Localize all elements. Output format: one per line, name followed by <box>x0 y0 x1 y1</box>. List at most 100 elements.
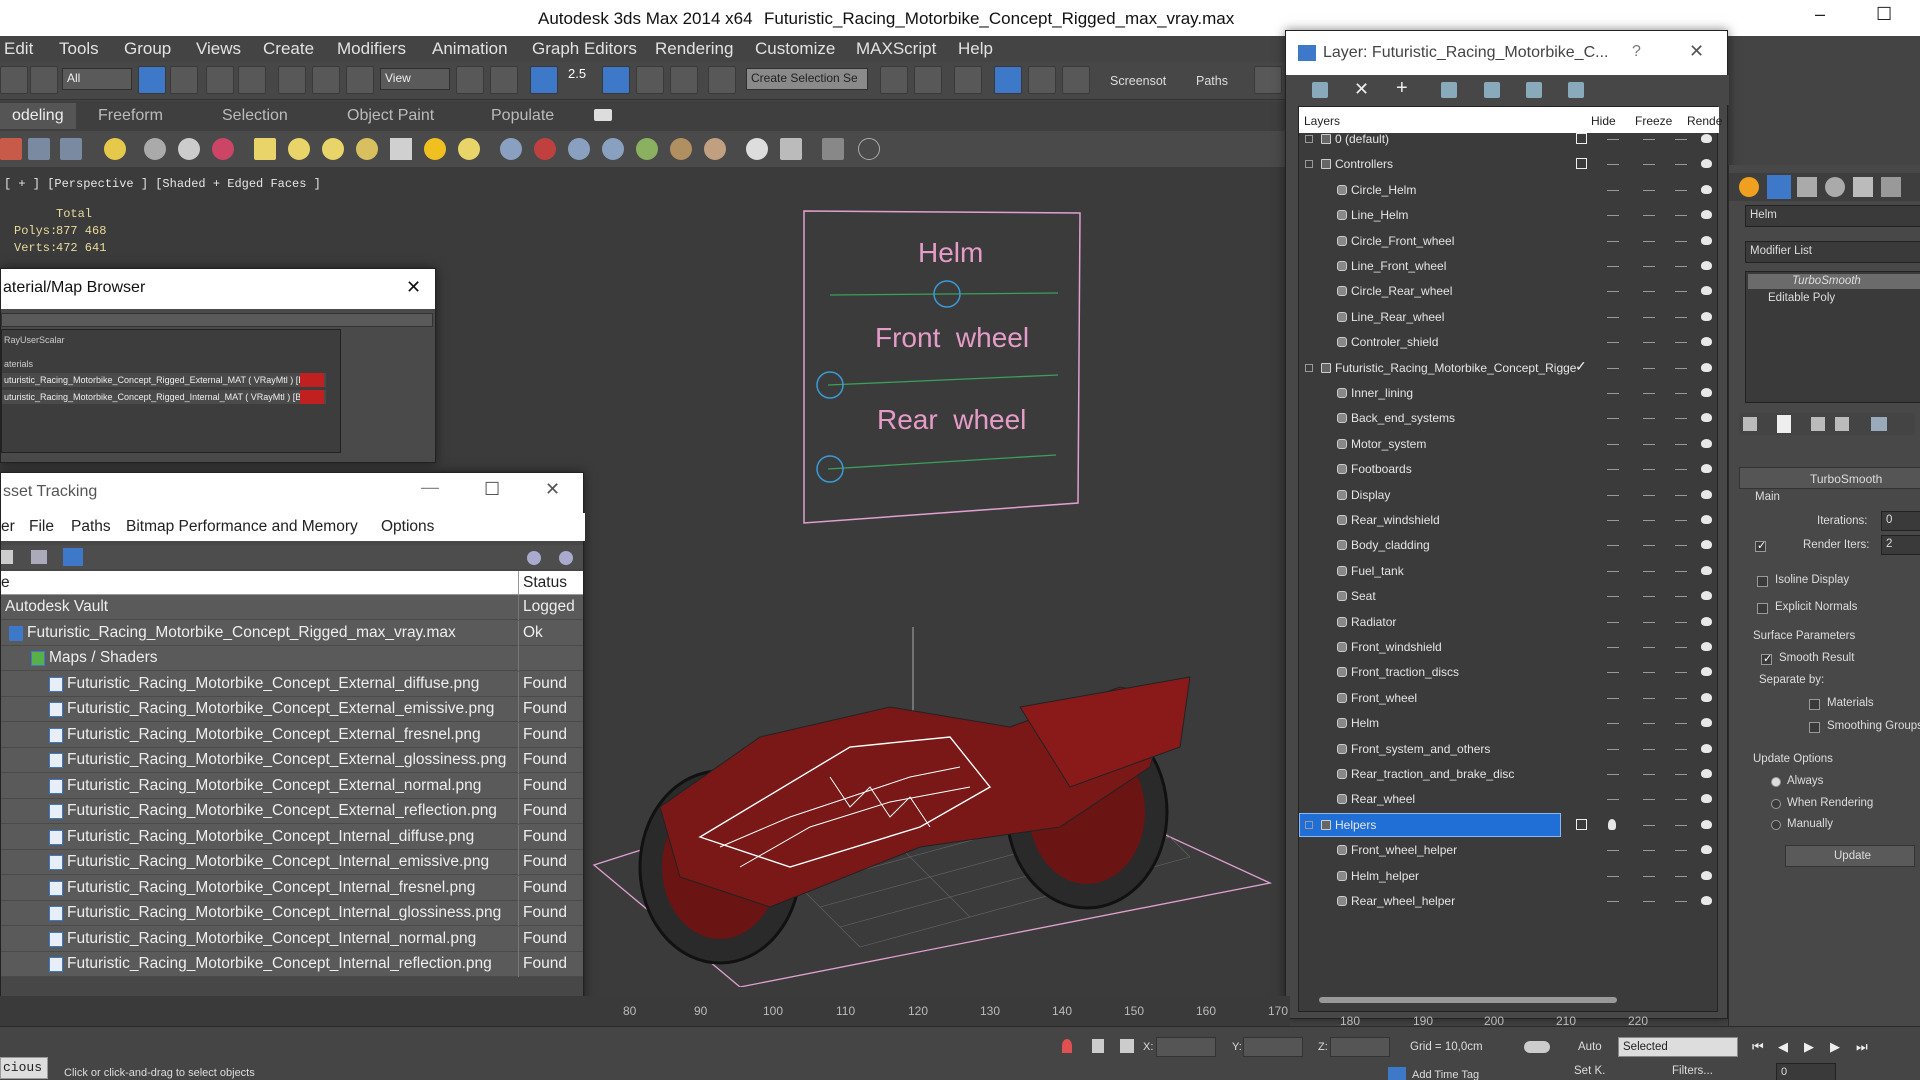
render-teapot-icon[interactable] <box>1701 769 1712 778</box>
asset-row[interactable]: Autodesk Vault Logged <box>1 595 583 620</box>
tab-populate[interactable]: Populate <box>491 107 554 125</box>
percent-snap-icon[interactable] <box>636 66 664 94</box>
layer-help-button[interactable]: ? <box>1632 43 1641 61</box>
render-teapot-icon[interactable] <box>1701 642 1712 651</box>
select-by-name-icon[interactable] <box>170 66 198 94</box>
expand-toggle-icon[interactable] <box>1305 820 1313 829</box>
next-frame-icon[interactable]: ▶ <box>1830 1039 1840 1055</box>
key-icon[interactable] <box>1524 1041 1550 1053</box>
layer-object-row[interactable]: Front_wheel_helper <box>1299 838 1719 863</box>
stack-item-editable-poly[interactable]: Editable Poly <box>1768 292 1835 304</box>
render-teapot-icon[interactable] <box>1701 210 1712 220</box>
explicit-normals-checkbox[interactable] <box>1757 603 1768 614</box>
menu-modifiers[interactable]: Modifiers <box>337 39 406 59</box>
menu-animation[interactable]: Animation <box>432 39 508 59</box>
make-unique-icon[interactable] <box>1811 417 1825 431</box>
freeze-toggle[interactable] <box>1643 418 1655 420</box>
asset-close-button[interactable]: ✕ <box>545 479 560 500</box>
hide-all-icon[interactable] <box>1526 82 1542 98</box>
freeze-toggle[interactable] <box>1643 621 1655 623</box>
configure-sets-icon[interactable] <box>1871 417 1887 431</box>
create-layer-icon[interactable] <box>1312 82 1328 98</box>
menu-help[interactable]: Help <box>958 39 993 59</box>
hide-toggle[interactable] <box>1607 266 1619 267</box>
grass-icon[interactable] <box>636 138 658 160</box>
hide-toggle[interactable] <box>1607 291 1619 293</box>
hide-toggle[interactable] <box>1607 189 1619 191</box>
hide-toggle[interactable] <box>1607 215 1619 217</box>
stack-item-turbosmooth[interactable]: TurboSmooth <box>1748 274 1920 289</box>
asset-row[interactable]: Futuristic_Racing_Motorbike_Concept_Inte… <box>1 952 583 977</box>
always-radio[interactable] <box>1771 777 1781 787</box>
layer-manager-icon[interactable] <box>954 66 982 94</box>
render-setup-icon[interactable] <box>1254 66 1282 94</box>
layer-row[interactable]: 0 (default) <box>1299 127 1719 152</box>
select-object-icon[interactable] <box>138 66 166 94</box>
render-teapot-icon[interactable] <box>1701 845 1712 855</box>
timeline-ruler[interactable]: 80 90 100 110 120 130 140 150 160 170 <box>0 996 1290 1026</box>
edit-named-sel-icon[interactable] <box>708 66 736 94</box>
asset-row[interactable]: Futuristic_Racing_Motorbike_Concept_Inte… <box>1 901 583 926</box>
x-coordinate-field[interactable] <box>1156 1037 1216 1057</box>
hair-icon[interactable] <box>670 138 692 160</box>
freeze-toggle[interactable] <box>1643 799 1655 801</box>
isolate-icon[interactable] <box>1062 1039 1072 1053</box>
render-frame-icon[interactable] <box>0 138 22 160</box>
asset-row[interactable]: Futuristic_Racing_Motorbike_Concept_Inte… <box>1 824 583 850</box>
delete-layer-icon[interactable]: ✕ <box>1354 79 1369 100</box>
menu-customize[interactable]: Customize <box>755 39 835 59</box>
material-item[interactable]: uturistic_Racing_Motorbike_Concept_Rigge… <box>2 373 326 387</box>
menu-tools[interactable]: Tools <box>59 39 99 59</box>
rotate-icon[interactable] <box>312 66 340 94</box>
col-freeze-header[interactable]: Freeze <box>1635 114 1672 128</box>
render-teapot-icon[interactable] <box>1701 870 1712 880</box>
layer-object-row[interactable]: Rear_windshield <box>1299 508 1719 533</box>
hide-toggle[interactable] <box>1607 901 1619 902</box>
current-frame-field[interactable]: 0 <box>1776 1063 1836 1080</box>
layer-object-row[interactable]: Front_system_and_others <box>1299 737 1719 762</box>
remove-modifier-icon[interactable] <box>1835 417 1849 431</box>
freeze-toggle[interactable] <box>1643 393 1655 394</box>
object-name-field[interactable]: Helm <box>1745 205 1920 227</box>
time-tag-icon[interactable] <box>1388 1067 1406 1080</box>
tab-selection[interactable]: Selection <box>222 107 288 125</box>
maximize-button[interactable]: ☐ <box>1876 4 1892 25</box>
render-teapot-icon[interactable] <box>1701 464 1712 474</box>
render-teapot-icon[interactable] <box>1701 565 1712 575</box>
link-icon[interactable] <box>30 66 58 94</box>
pivot-icon[interactable] <box>456 66 484 94</box>
cone-icon[interactable] <box>390 138 412 160</box>
col-layers-header[interactable]: Layers <box>1304 114 1340 128</box>
shell-icon[interactable] <box>704 138 726 160</box>
hide-toggle[interactable] <box>1607 545 1619 547</box>
asset-menu-file[interactable]: File <box>29 518 54 536</box>
hide-toggle[interactable] <box>1607 570 1619 572</box>
freeze-toggle[interactable] <box>1643 164 1655 166</box>
manipulate-icon[interactable] <box>490 66 518 94</box>
freeze-all-icon[interactable] <box>1568 82 1584 98</box>
selection-filter-dropdown[interactable]: All <box>62 68 132 90</box>
material-sphere-icon[interactable] <box>746 138 768 160</box>
layer-object-row[interactable]: Radiator <box>1299 610 1719 635</box>
layer-row[interactable]: Futuristic_Racing_Motorbike_Concept_Rigg… <box>1299 356 1719 381</box>
motion-tab-icon[interactable] <box>1825 177 1845 197</box>
light-icon[interactable] <box>104 138 126 160</box>
asset-row[interactable]: Futuristic_Racing_Motorbike_Concept_Inte… <box>1 926 583 952</box>
hide-toggle[interactable] <box>1607 875 1619 877</box>
layer-object-row[interactable]: Seat <box>1299 584 1719 609</box>
layer-object-row[interactable]: Front_traction_discs <box>1299 660 1719 685</box>
layer-object-row[interactable]: Helm_helper <box>1299 864 1719 889</box>
tree-view-icon[interactable] <box>31 550 47 564</box>
plane-icon[interactable] <box>458 138 480 160</box>
freeze-toggle[interactable] <box>1643 316 1655 318</box>
render-teapot-icon[interactable] <box>1701 438 1712 448</box>
render-teapot-icon[interactable] <box>1701 261 1712 270</box>
hide-toggle[interactable] <box>1607 850 1619 852</box>
minimize-button[interactable]: – <box>1815 4 1825 25</box>
layer-object-row[interactable]: Line_Front_wheel <box>1299 254 1719 279</box>
asset-minimize-button[interactable]: — <box>421 477 439 498</box>
col-render-header[interactable]: Rende <box>1687 114 1722 128</box>
asset-row[interactable]: Maps / Shaders <box>1 646 583 671</box>
menu-group[interactable]: Group <box>124 39 171 59</box>
calculator-icon[interactable] <box>780 138 802 160</box>
